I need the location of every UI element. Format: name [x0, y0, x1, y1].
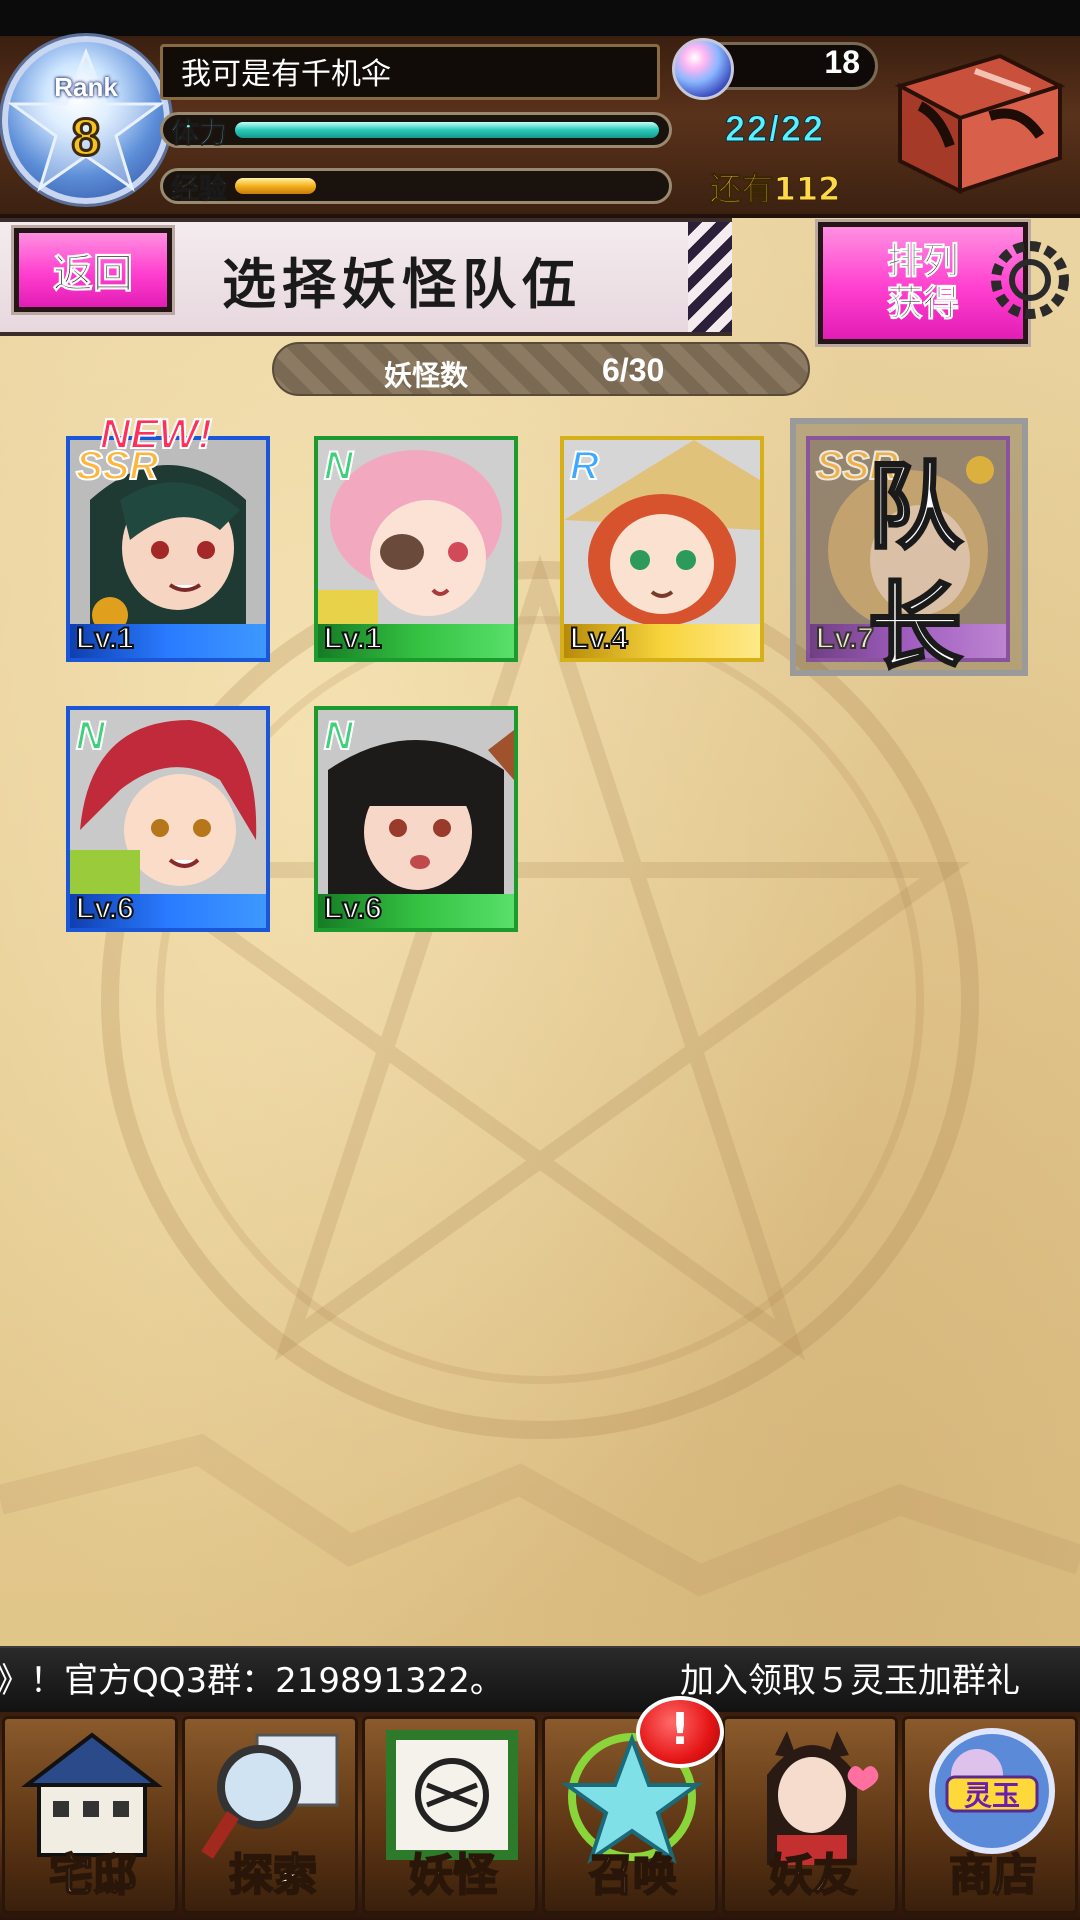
nav-monsters[interactable]: 妖怪 [362, 1716, 538, 1914]
stamina-value: 22/22 [724, 108, 826, 150]
exp-label: 经验 [170, 172, 228, 206]
announcement-ticker[interactable]: 》！官方QQ3群：219891322。 加入领取５灵玉加群礼 [0, 1646, 1080, 1714]
rank-label: Rank [54, 72, 118, 102]
player-name: 我可是有千机伞 [160, 44, 660, 100]
leader-label: 队长 [866, 452, 963, 684]
rank-badge[interactable]: Rank 8 [2, 36, 170, 204]
gem-count: 18 [824, 44, 860, 80]
rarity-badge: N [75, 713, 106, 759]
new-badge: NEW! [99, 409, 213, 458]
level-label: Lv.1 [75, 621, 135, 656]
ticker-text: 》！官方QQ3群：219891322。 [0, 1661, 504, 1701]
summon-alert-badge: ! [636, 1696, 724, 1768]
nav-label: 宅邸 [48, 1849, 138, 1902]
status-bar [0, 0, 1080, 36]
sort-label-line2: 获得 [886, 283, 959, 325]
level-label: Lv.6 [75, 891, 135, 926]
monster-count-label: 妖怪数 [384, 359, 469, 392]
rarity-badge: N [323, 713, 354, 759]
level-label: Lv.6 [323, 891, 383, 926]
rarity-badge: R [569, 443, 600, 489]
exp-bar: 经验 [160, 168, 672, 206]
exp-remaining: 还有112 [709, 170, 841, 209]
monster-card[interactable]: SSR Lv.1 [66, 436, 270, 662]
nav-mansion[interactable]: 宅邸 [2, 1716, 178, 1914]
bottom-nav: 宅邸 探索 妖怪 召唤 妖友 灵玉 商店 [0, 1712, 1080, 1920]
nav-label: 妖怪 [408, 1849, 498, 1902]
nav-explore[interactable]: 探索 [182, 1716, 358, 1914]
shop-orb-badge: 灵玉 [964, 1779, 1020, 1812]
gear-icon [991, 241, 1069, 319]
monster-card[interactable]: R Lv.4 [560, 436, 764, 662]
exp-fill [235, 178, 316, 194]
banner-stripe [688, 222, 732, 332]
nav-label: 妖友 [768, 1849, 858, 1902]
back-button[interactable]: 返回 [11, 225, 175, 315]
treasure-chest-icon[interactable] [880, 46, 1070, 196]
sort-label-line1: 排列 [886, 241, 959, 283]
monster-count-value: 6/30 [602, 352, 665, 388]
page-title: 选择妖怪队伍 [222, 253, 582, 316]
stamina-fill [235, 122, 659, 138]
stamina-label: 体力 [170, 116, 228, 150]
ticker-text-2: 加入领取５灵玉加群礼 [680, 1661, 1020, 1701]
rank-value: 8 [70, 108, 102, 169]
monster-card[interactable]: N Lv.1 [314, 436, 518, 662]
monster-count: 妖怪数 6/30 [272, 342, 810, 396]
nav-label: 探索 [228, 1849, 318, 1902]
level-label: Lv.4 [569, 621, 629, 656]
monster-card[interactable]: N Lv.6 [66, 706, 270, 932]
stamina-bar: 体力 [160, 112, 672, 150]
monster-card[interactable]: N Lv.6 [314, 706, 518, 932]
nav-friends[interactable]: 妖友 [722, 1716, 898, 1914]
nav-label: 召唤 [588, 1849, 678, 1902]
spirit-orb-icon [672, 38, 734, 100]
nav-shop[interactable]: 灵玉 商店 [902, 1716, 1078, 1914]
level-label: Lv.1 [323, 621, 383, 656]
rarity-badge: N [323, 443, 354, 489]
nav-label: 商店 [948, 1849, 1038, 1902]
